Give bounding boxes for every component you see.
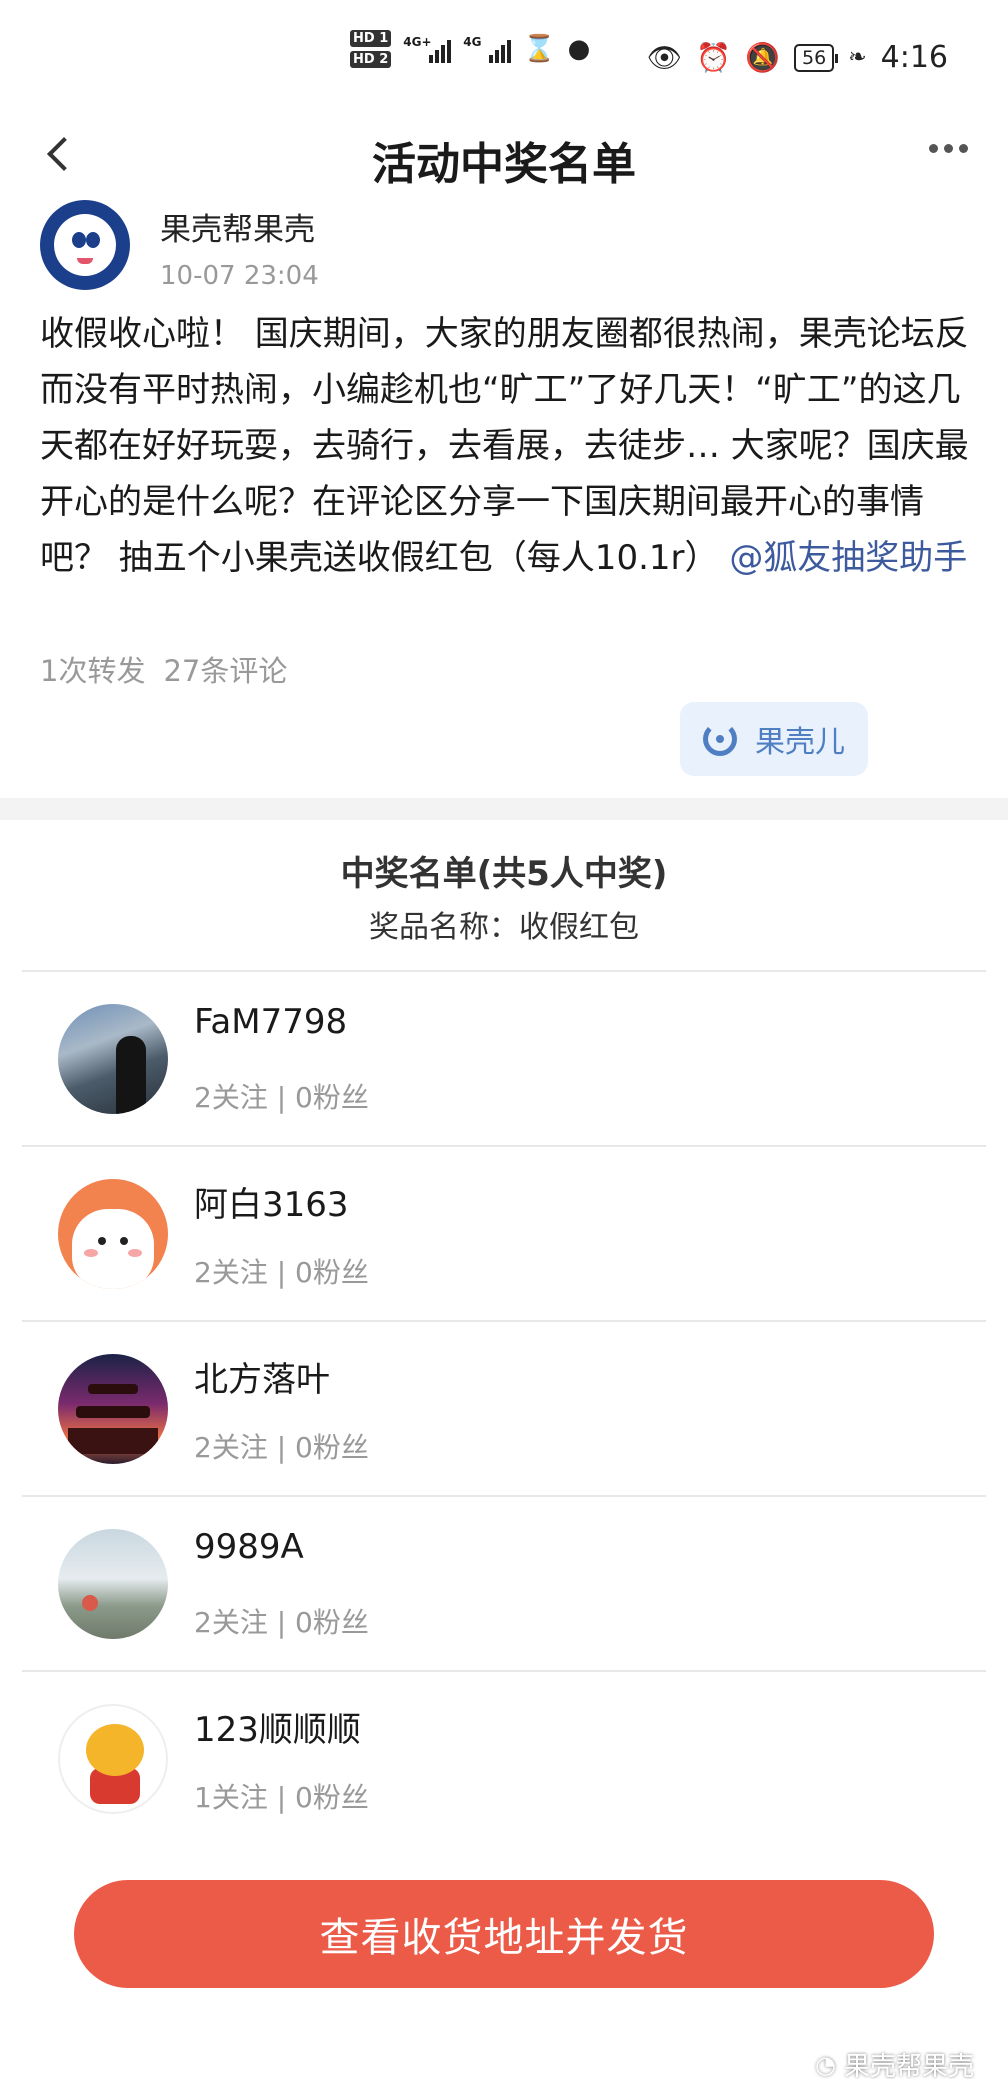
winners-list: FaM7798 2关注 | 0粉丝 阿白3163 2关注 | 0粉丝 北方落叶 … bbox=[22, 970, 986, 1845]
signal-2-gen: 4G bbox=[463, 35, 482, 49]
author-avatar[interactable] bbox=[40, 200, 130, 290]
winner-name[interactable]: 123顺顺顺 bbox=[194, 1702, 361, 1751]
alarm-icon: ⏰ bbox=[696, 41, 732, 74]
dot-icon bbox=[944, 144, 953, 153]
signal-2-icon: 4G bbox=[463, 35, 512, 63]
repost-count[interactable]: 1次转发 bbox=[40, 648, 145, 690]
post-author[interactable]: 果壳帮果壳 10-07 23:04 bbox=[40, 200, 319, 291]
dot-icon bbox=[959, 144, 968, 153]
battery-icon: 56 bbox=[794, 43, 839, 72]
winner-name[interactable]: 9989A bbox=[194, 1527, 304, 1567]
winner-stats: 2关注 | 0粉丝 bbox=[194, 1256, 369, 1289]
winner-name[interactable]: 阿白3163 bbox=[194, 1177, 349, 1226]
signal-1-icon: 4G+ bbox=[403, 35, 452, 63]
qq-penguin-icon: ● bbox=[567, 34, 591, 64]
winner-name[interactable]: 北方落叶 bbox=[194, 1352, 330, 1401]
signal-1-gen: 4G+ bbox=[403, 35, 432, 49]
watermark: ◔ 果壳帮果壳 bbox=[815, 2046, 974, 2079]
winner-avatar[interactable] bbox=[58, 1529, 168, 1639]
page-title: 活动中奖名单 bbox=[372, 139, 636, 190]
hd1-badge: HD 1 bbox=[350, 30, 392, 47]
winner-row[interactable]: 北方落叶 2关注 | 0粉丝 bbox=[22, 1320, 986, 1495]
winner-name[interactable]: FaM7798 bbox=[194, 1002, 347, 1042]
winner-stats: 1关注 | 0粉丝 bbox=[194, 1781, 369, 1814]
winner-stats: 2关注 | 0粉丝 bbox=[194, 1431, 369, 1464]
author-name[interactable]: 果壳帮果壳 bbox=[160, 204, 319, 249]
eye-icon: 👁 bbox=[646, 41, 683, 74]
mention-link[interactable]: @狐友抽奖助手 bbox=[729, 538, 967, 578]
clock-time: 4:16 bbox=[880, 40, 948, 75]
hourglass-icon: ⌛ bbox=[523, 34, 556, 64]
wechat-icon: ◔ bbox=[815, 2050, 836, 2079]
hd-indicator: HD 1 HD 2 bbox=[350, 30, 392, 68]
winner-row[interactable]: 123顺顺顺 1关注 | 0粉丝 bbox=[22, 1670, 986, 1845]
winner-stats: 2关注 | 0粉丝 bbox=[194, 1606, 369, 1639]
winner-row[interactable]: FaM7798 2关注 | 0粉丝 bbox=[22, 970, 986, 1145]
watermark-text: 果壳帮果壳 bbox=[843, 2052, 974, 2079]
guoker-icon bbox=[703, 722, 737, 756]
nav-bar: 活动中奖名单 bbox=[0, 118, 1008, 190]
view-address-ship-button[interactable]: 查看收货地址并发货 bbox=[74, 1880, 934, 1988]
winner-avatar[interactable] bbox=[58, 1354, 168, 1464]
hd2-badge: HD 2 bbox=[350, 51, 392, 68]
winner-avatar[interactable] bbox=[58, 1004, 168, 1114]
status-bar: HD 1 HD 2 4G+ 4G ⌛ ● 👁 ⏰ 🔕 56 ❧ 4:16 bbox=[0, 0, 1008, 120]
reaction-label: 果壳儿 bbox=[755, 725, 845, 760]
winner-avatar[interactable] bbox=[58, 1179, 168, 1289]
post-timestamp: 10-07 23:04 bbox=[160, 261, 319, 291]
more-options-button[interactable] bbox=[929, 144, 968, 153]
winner-avatar[interactable] bbox=[58, 1704, 168, 1814]
winners-title: 中奖名单(共5人中奖) bbox=[340, 854, 668, 894]
winner-stats: 2关注 | 0粉丝 bbox=[194, 1081, 369, 1114]
comment-count[interactable]: 27条评论 bbox=[163, 648, 287, 690]
winner-row[interactable]: 阿白3163 2关注 | 0粉丝 bbox=[22, 1145, 986, 1320]
mute-bell-icon: 🔕 bbox=[745, 41, 780, 74]
post-stats: 1次转发 27条评论 bbox=[40, 648, 287, 690]
post-content: 收假收心啦！ 国庆期间，大家的朋友圈都很热闹，果壳论坛反而没有平时热闹，小编趁机… bbox=[40, 306, 970, 586]
status-left-icons: HD 1 HD 2 4G+ 4G ⌛ ● bbox=[350, 30, 590, 68]
winner-row[interactable]: 9989A 2关注 | 0粉丝 bbox=[22, 1495, 986, 1670]
section-divider bbox=[0, 798, 1008, 820]
leaf-icon: ❧ bbox=[848, 45, 867, 70]
status-right-icons: 👁 ⏰ 🔕 56 ❧ 4:16 bbox=[647, 40, 948, 75]
guoker-reaction-button[interactable]: 果壳儿 bbox=[680, 702, 868, 776]
dot-icon bbox=[929, 144, 938, 153]
prize-name: 奖品名称：收假红包 bbox=[369, 910, 639, 945]
